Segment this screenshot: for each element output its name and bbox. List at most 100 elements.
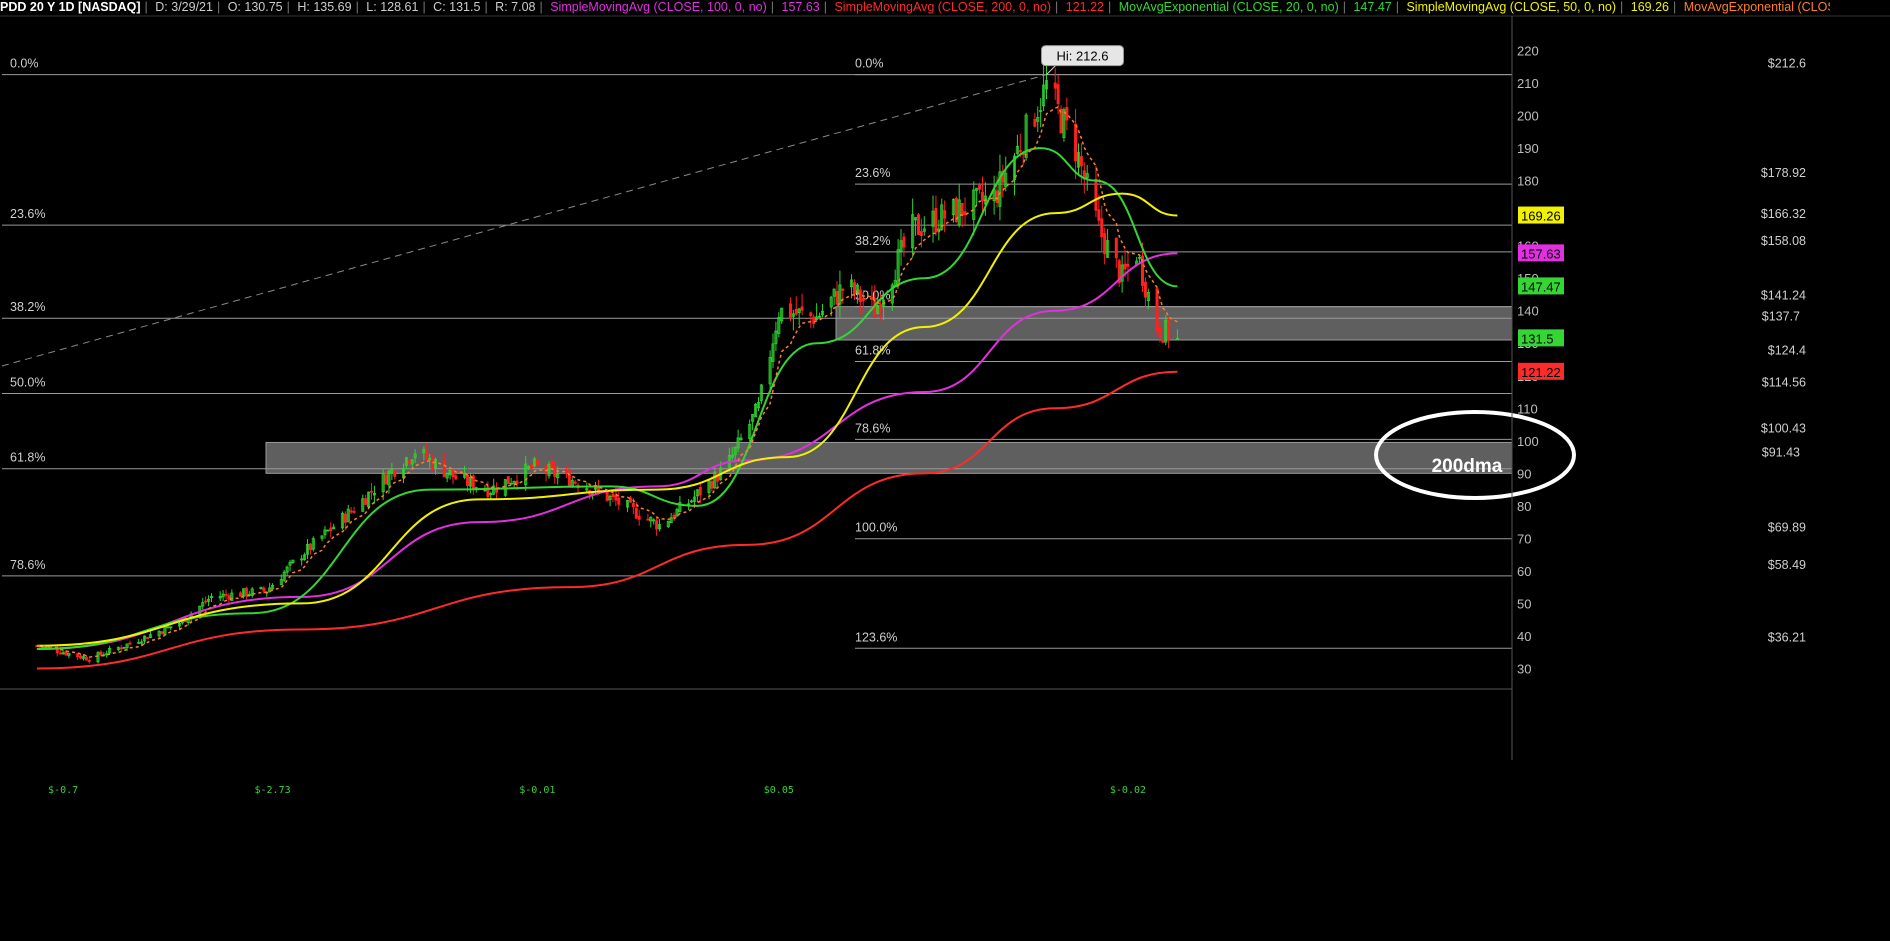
candle-body[interactable]	[812, 316, 816, 325]
candle-body[interactable]	[364, 498, 368, 505]
candle-body[interactable]	[84, 656, 88, 661]
candle-body[interactable]	[1123, 263, 1127, 270]
candle-body[interactable]	[1114, 237, 1118, 259]
candle-body[interactable]	[87, 660, 91, 662]
candle-body[interactable]	[308, 543, 312, 551]
candle-body[interactable]	[614, 494, 618, 501]
candle-body[interactable]	[1143, 281, 1147, 298]
candle-body[interactable]	[119, 647, 123, 650]
chart-canvas[interactable]: $137.7 $91.43 0.0% 23.6% 38.2% 50.0% 61.8% 78.…	[0, 0, 1890, 941]
candle-body[interactable]	[841, 288, 845, 291]
candle-body[interactable]	[852, 282, 856, 294]
candle-body[interactable]	[79, 655, 83, 659]
candle-body[interactable]	[861, 298, 865, 302]
candle-body[interactable]	[244, 587, 248, 597]
candle-body[interactable]	[980, 191, 984, 202]
candle-body[interactable]	[1161, 339, 1165, 343]
candle-body[interactable]	[646, 518, 650, 521]
fib-level-label: 100.0%	[855, 521, 897, 535]
moving-average-line[interactable]	[36, 370, 1178, 670]
candle-body[interactable]	[1079, 156, 1083, 167]
candle-body[interactable]	[1056, 84, 1060, 105]
candle-body[interactable]	[145, 637, 149, 639]
candle-body[interactable]	[710, 481, 714, 489]
candle-body[interactable]	[1094, 178, 1098, 211]
candle-body[interactable]	[407, 459, 411, 464]
candle-body[interactable]	[262, 587, 266, 592]
candle-body[interactable]	[794, 308, 798, 315]
candle-body[interactable]	[160, 631, 164, 634]
candle-body[interactable]	[204, 600, 208, 603]
candle-body[interactable]	[655, 520, 659, 530]
candle-body[interactable]	[960, 202, 964, 216]
candle-body[interactable]	[239, 592, 243, 597]
price-badge-label: 169.26	[1521, 209, 1561, 224]
candle-body[interactable]	[1126, 263, 1130, 267]
candle-body[interactable]	[919, 231, 923, 237]
candle-body[interactable]	[128, 642, 132, 645]
candle-body[interactable]	[858, 289, 862, 303]
candle-body[interactable]	[902, 236, 906, 248]
candle-body[interactable]	[454, 475, 458, 480]
candle-body[interactable]	[442, 459, 446, 478]
candle-body[interactable]	[76, 653, 80, 658]
candle-body[interactable]	[393, 470, 397, 477]
candle-body[interactable]	[637, 515, 641, 520]
candle-body[interactable]	[369, 490, 373, 493]
candle-body[interactable]	[535, 459, 539, 466]
candle-body[interactable]	[995, 190, 999, 204]
candle-body[interactable]	[64, 651, 68, 656]
fib-price-label: $158.08	[1761, 234, 1806, 248]
candle-body[interactable]	[1074, 123, 1078, 162]
candle-body[interactable]	[425, 450, 429, 460]
candle-body[interactable]	[1155, 288, 1159, 332]
candle-body[interactable]	[466, 474, 470, 487]
candle-body[interactable]	[530, 464, 534, 469]
candle-body[interactable]	[611, 493, 615, 498]
candle-body[interactable]	[227, 595, 231, 600]
candle-body[interactable]	[596, 487, 600, 491]
candle-body[interactable]	[916, 214, 920, 235]
candle-body[interactable]	[698, 486, 702, 496]
candle-body[interactable]	[431, 457, 435, 470]
candle-body[interactable]	[451, 469, 455, 478]
candle-body[interactable]	[58, 652, 62, 655]
candle-body[interactable]	[329, 527, 333, 531]
candle-body[interactable]	[1065, 107, 1069, 121]
candle-body[interactable]	[800, 306, 804, 311]
candle-body[interactable]	[1158, 327, 1162, 338]
candle-body[interactable]	[343, 513, 347, 523]
candle-body[interactable]	[352, 511, 356, 513]
moving-average-line[interactable]	[36, 147, 1178, 650]
candle-body[interactable]	[349, 510, 353, 513]
candle-body[interactable]	[553, 465, 557, 477]
candle-body[interactable]	[1167, 320, 1171, 341]
candle-body[interactable]	[809, 312, 813, 317]
candle-body[interactable]	[550, 461, 554, 468]
candle-body[interactable]	[506, 476, 510, 485]
ema8-line[interactable]	[36, 106, 1178, 658]
candle-body[interactable]	[573, 481, 577, 484]
candle-body[interactable]	[384, 474, 388, 485]
candle-body[interactable]	[224, 593, 228, 596]
candle-body[interactable]	[1018, 150, 1022, 152]
candle-body[interactable]	[515, 480, 519, 484]
support-zone[interactable]	[835, 306, 1513, 341]
candle-body[interactable]	[788, 303, 792, 319]
candle-body[interactable]	[1097, 209, 1101, 221]
candle-body[interactable]	[934, 208, 938, 233]
candle-body[interactable]	[1100, 218, 1104, 238]
candle-body[interactable]	[617, 497, 621, 505]
moving-average-line[interactable]	[36, 192, 1178, 647]
candle-body[interactable]	[943, 210, 947, 219]
candle-body[interactable]	[1053, 82, 1057, 89]
candle-body[interactable]	[634, 507, 638, 519]
candle-body[interactable]	[873, 298, 877, 318]
candle-body[interactable]	[978, 184, 982, 190]
candle-body[interactable]	[1033, 118, 1037, 127]
candle-body[interactable]	[631, 503, 635, 508]
candle-body[interactable]	[879, 304, 883, 312]
candle-body[interactable]	[1103, 233, 1107, 255]
candle-body[interactable]	[99, 651, 103, 656]
candle-body[interactable]	[835, 291, 839, 305]
